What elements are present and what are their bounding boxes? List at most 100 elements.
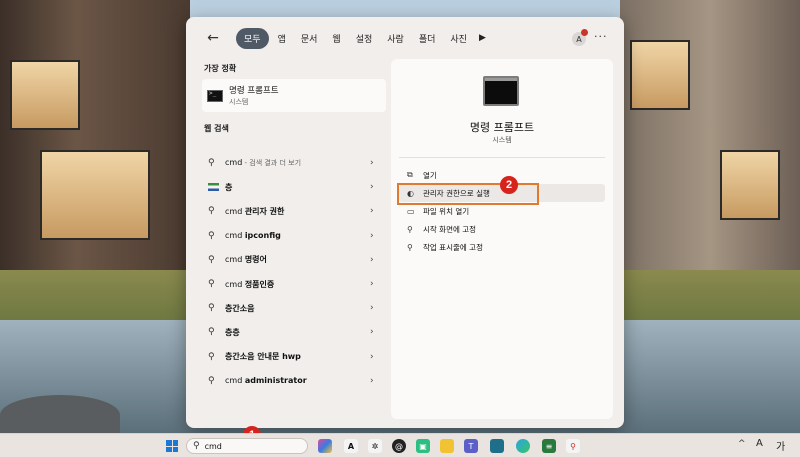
chevron-right-icon: › xyxy=(370,158,374,169)
web-item-bold: 층간소음 xyxy=(225,303,255,313)
web-item-bold: administrator xyxy=(244,376,307,386)
wallpaper-window xyxy=(40,150,150,240)
app-details-name: 명령 프롬프트 xyxy=(469,121,535,134)
search-panel: ← 모두 앱 문서 웹 설정 사람 폴더 사진 ▶ A ··· 가장 정확 명령… xyxy=(186,17,624,428)
app-blue-icon[interactable] xyxy=(490,439,504,453)
results-list: 가장 정확 명령 프롬프트 시스템 웹 검색 ⚲ cmd - 검색 결과 더 보… xyxy=(202,59,388,419)
open-icon: ⧉ xyxy=(407,170,413,179)
flag-icon xyxy=(208,183,219,192)
web-search-item[interactable]: ⚲ 층간소음 › xyxy=(202,296,388,320)
best-match-item[interactable]: 명령 프롬프트 시스템 xyxy=(202,79,386,112)
best-match-name: 명령 프롬프트 xyxy=(229,86,279,96)
action-pin-to-start[interactable]: ⚲ 시작 화면에 고정 xyxy=(399,220,605,238)
web-item-query: cmd xyxy=(225,279,245,289)
chevron-right-icon: › xyxy=(370,303,374,314)
wallpaper-window xyxy=(10,60,80,130)
search-icon: ⚲ xyxy=(208,206,215,217)
cmd-app-icon xyxy=(207,89,223,102)
filter-all[interactable]: 모두 xyxy=(236,27,269,49)
wallpaper-building-right xyxy=(620,0,800,270)
search-icon: ⚲ xyxy=(193,441,200,451)
wallpaper-window xyxy=(720,150,780,220)
search-icon: ⚲ xyxy=(208,230,215,241)
web-item-query: 층 xyxy=(225,182,233,192)
filter-folders[interactable]: 폴더 xyxy=(413,28,442,49)
web-search-item[interactable]: ⚲ 층층 › xyxy=(202,320,388,344)
ime-mode-indicator[interactable]: 가 xyxy=(776,438,785,453)
search-icon: ⚲ xyxy=(208,303,215,314)
app-search-red-icon[interactable]: ⚲ xyxy=(566,439,580,453)
web-search-item[interactable]: ⚲ cmd 관리자 권한 › xyxy=(202,199,388,223)
search-icon: ⚲ xyxy=(208,351,215,362)
filter-settings[interactable]: 설정 xyxy=(350,28,379,49)
web-search-item[interactable]: ⚲ cmd 명령어 › xyxy=(202,248,388,272)
app-document-icon[interactable]: ≡ xyxy=(542,439,556,453)
folder-icon: ▭ xyxy=(407,206,415,216)
chatgpt-icon[interactable]: ✲ xyxy=(368,439,382,453)
back-arrow-icon[interactable]: ← xyxy=(202,27,224,49)
best-match-type: 시스템 xyxy=(229,98,249,106)
more-filters-play-icon[interactable]: ▶ xyxy=(479,33,486,43)
web-item-bold: 층층 xyxy=(225,327,240,337)
wallpaper-building-left xyxy=(0,0,190,300)
app-a-icon[interactable]: A xyxy=(344,439,358,453)
edge-icon[interactable] xyxy=(516,439,530,453)
taskbar-search-value: cmd xyxy=(204,441,222,451)
chevron-right-icon: › xyxy=(370,375,374,386)
callout-number-2: 2 xyxy=(500,176,518,194)
web-item-query: cmd xyxy=(225,206,245,216)
tray-overflow-chevron-icon[interactable]: ^ xyxy=(738,439,746,449)
web-search-item[interactable]: ⚲ cmd administrator › xyxy=(202,369,388,393)
web-search-item[interactable]: ⚲ cmd - 검색 결과 더 보기 › xyxy=(202,151,388,175)
chevron-right-icon: › xyxy=(370,279,374,290)
search-icon: ⚲ xyxy=(208,158,215,169)
web-search-item[interactable]: 층 › xyxy=(202,175,388,199)
threads-icon[interactable]: @ xyxy=(392,439,406,453)
search-icon: ⚲ xyxy=(208,254,215,265)
web-item-query: cmd xyxy=(225,255,245,265)
web-item-suffix: - 검색 결과 더 보기 xyxy=(242,159,302,168)
filter-people[interactable]: 사람 xyxy=(381,28,410,49)
app-green-icon[interactable]: ▣ xyxy=(416,439,430,453)
app-details-pane: 명령 프롬프트 시스템 ⧉ 열기 ◐ 관리자 권한으로 실행 ▭ 파일 위치 열… xyxy=(391,59,613,419)
search-filter-bar: ← 모두 앱 문서 웹 설정 사람 폴더 사진 ▶ xyxy=(186,17,624,59)
file-explorer-icon[interactable] xyxy=(440,439,454,453)
search-icon: ⚲ xyxy=(208,327,215,338)
search-icon: ⚲ xyxy=(208,375,215,386)
divider xyxy=(399,157,605,158)
filter-web[interactable]: 웹 xyxy=(326,28,346,49)
action-pin-to-taskbar[interactable]: ⚲ 작업 표시줄에 고정 xyxy=(399,238,605,256)
filter-apps[interactable]: 앱 xyxy=(272,28,292,49)
cmd-app-large-icon xyxy=(483,76,519,106)
chevron-right-icon: › xyxy=(370,182,374,193)
pin-icon: ⚲ xyxy=(407,224,413,234)
web-search-item[interactable]: ⚲ cmd 정품인증 › xyxy=(202,272,388,296)
web-search-title: 웹 검색 xyxy=(204,124,229,133)
wallpaper-window xyxy=(630,40,690,110)
app-details-type: 시스템 xyxy=(492,136,512,144)
web-item-query: cmd xyxy=(225,376,245,386)
more-options-icon[interactable]: ··· xyxy=(594,30,608,43)
copilot-icon[interactable] xyxy=(318,439,332,453)
teams-icon[interactable]: T xyxy=(464,439,478,453)
search-icon: ⚲ xyxy=(208,279,215,290)
web-search-item[interactable]: ⚲ 층간소음 안내문 hwp › xyxy=(202,345,388,369)
taskbar-search-input[interactable]: ⚲ cmd xyxy=(186,438,308,454)
taskbar: ⚲ cmd A ✲ @ ▣ T ≡ ⚲ ^ A 가 xyxy=(0,433,800,457)
windows-start-icon[interactable] xyxy=(166,440,178,452)
chevron-right-icon: › xyxy=(370,327,374,338)
web-item-bold: 명령어 xyxy=(244,255,267,265)
action-label: 파일 위치 열기 xyxy=(423,206,470,216)
web-item-bold: 관리자 권한 xyxy=(244,206,285,216)
chevron-right-icon: › xyxy=(370,206,374,217)
web-item-bold: ipconfig xyxy=(244,231,281,241)
chevron-right-icon: › xyxy=(370,254,374,265)
filter-photos[interactable]: 사진 xyxy=(444,28,473,49)
filter-documents[interactable]: 문서 xyxy=(295,28,324,49)
action-label: 작업 표시줄에 고정 xyxy=(423,242,483,252)
wallpaper-rock xyxy=(0,395,120,433)
web-search-item[interactable]: ⚲ cmd ipconfig › xyxy=(202,224,388,248)
web-item-query: cmd xyxy=(225,231,245,241)
input-language-indicator[interactable]: A xyxy=(756,438,763,449)
action-label: 열기 xyxy=(423,170,437,180)
